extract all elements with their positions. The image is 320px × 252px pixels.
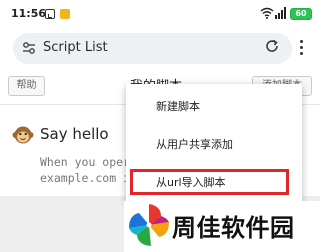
- pinwheel-logo-icon: [129, 204, 169, 246]
- status-bar: 11:56 60: [0, 0, 320, 30]
- script-title[interactable]: Say hello: [40, 125, 109, 143]
- more-options-icon[interactable]: [299, 40, 303, 56]
- app-notification-icon: [60, 9, 70, 19]
- script-desc-line: When you oper: [40, 155, 131, 169]
- reload-icon[interactable]: [264, 38, 280, 54]
- signal-icon: [275, 7, 286, 19]
- script-description: When you oper example.com i: [40, 154, 130, 186]
- monkey-icon: [12, 126, 34, 144]
- battery-icon: 60: [290, 8, 312, 20]
- menu-item-add-from-user-share[interactable]: 从用户共享添加: [156, 136, 233, 152]
- status-time: 11:56: [11, 7, 47, 20]
- site-info-icon[interactable]: [20, 39, 38, 57]
- address-text[interactable]: Script List: [43, 40, 108, 55]
- wifi-icon: [260, 7, 274, 19]
- address-bar[interactable]: Script List: [13, 33, 292, 64]
- highlight-annotation: [130, 169, 289, 195]
- help-button[interactable]: 帮助: [8, 76, 45, 96]
- watermark-text: 周佳软件园: [172, 214, 295, 242]
- script-desc-line: example.com i: [40, 171, 131, 185]
- photo-notification-icon: [45, 9, 55, 19]
- menu-item-new-script[interactable]: 新建脚本: [156, 98, 200, 114]
